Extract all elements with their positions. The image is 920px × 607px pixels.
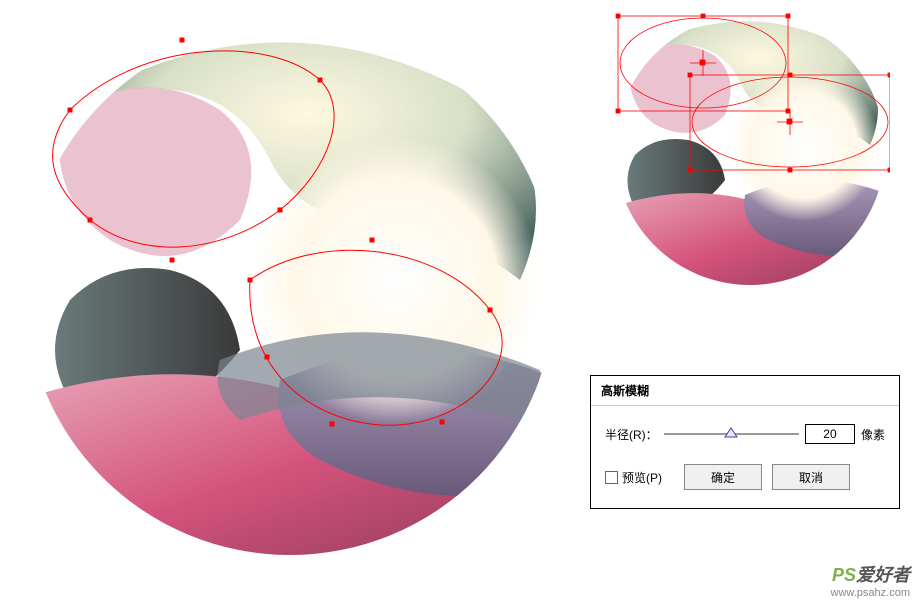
dialog-title: 高斯模糊 xyxy=(591,376,899,406)
gaussian-blur-dialog: 高斯模糊 半径(R)： 像素 预览(P) 确定 取消 xyxy=(590,375,900,509)
preview-label: 预览(P) xyxy=(622,469,662,486)
watermark-brand-ps: PS xyxy=(832,565,856,585)
radius-slider[interactable] xyxy=(664,433,799,435)
preview-checkbox[interactable] xyxy=(605,471,618,484)
slider-thumb-icon[interactable] xyxy=(724,427,738,441)
cancel-button[interactable]: 取消 xyxy=(772,464,850,490)
radius-input[interactable] xyxy=(805,424,855,444)
main-canvas-artwork xyxy=(20,20,560,560)
radius-label: 半径(R)： xyxy=(605,426,658,443)
watermark-url: www.psahz.com xyxy=(831,587,910,599)
unit-label: 像素 xyxy=(861,426,885,443)
preview-checkbox-wrap[interactable]: 预览(P) xyxy=(605,469,662,486)
ok-button[interactable]: 确定 xyxy=(684,464,762,490)
watermark: PS爱好者 www.psahz.com xyxy=(831,561,910,599)
thumbnail-canvas-artwork xyxy=(610,10,890,290)
watermark-brand-rest: 爱好者 xyxy=(856,565,910,585)
radius-row: 半径(R)： 像素 xyxy=(605,424,885,444)
